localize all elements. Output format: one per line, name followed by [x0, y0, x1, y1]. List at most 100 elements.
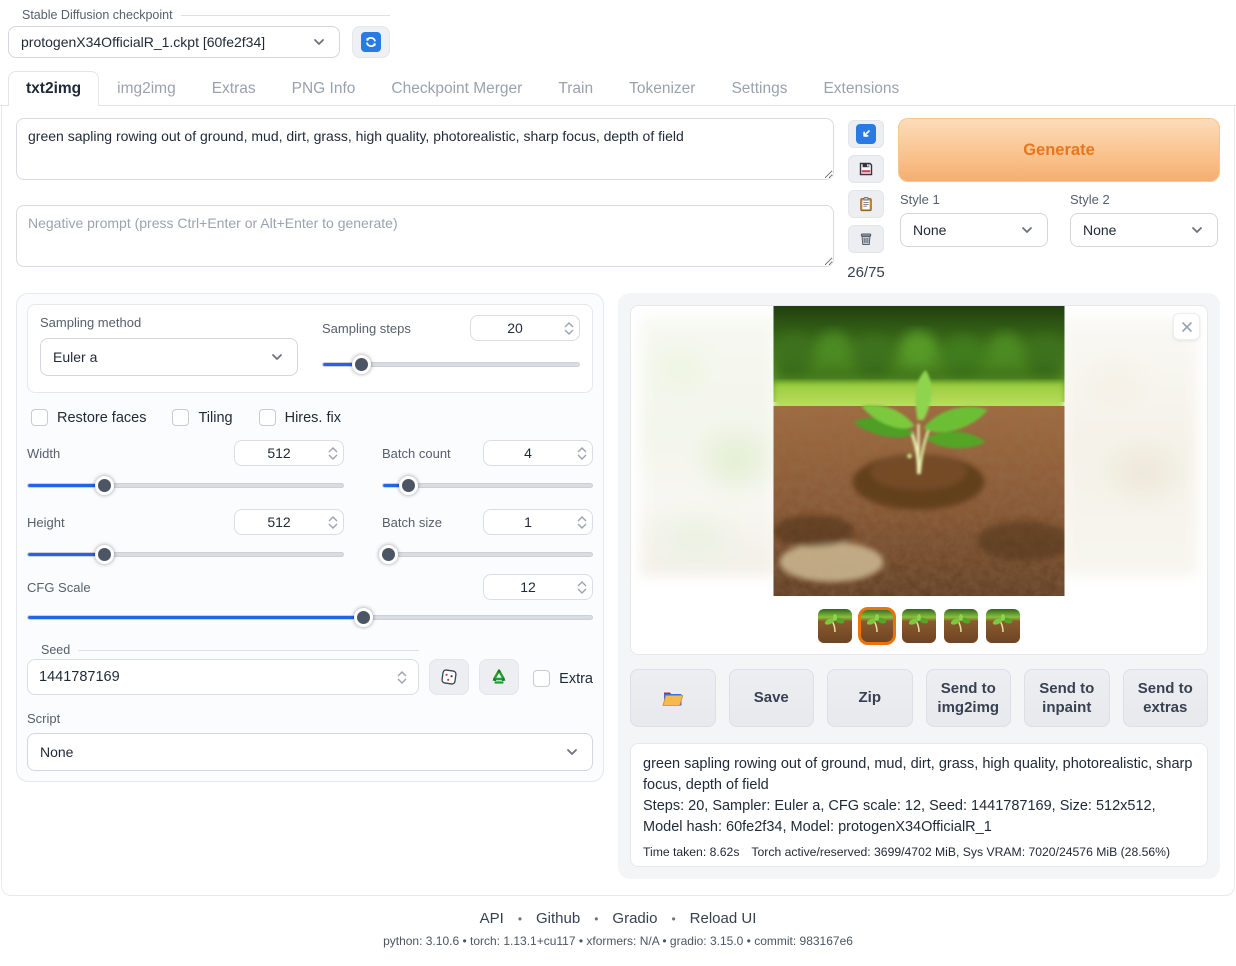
- script-label: Script: [27, 711, 593, 726]
- cfg-scale-label: CFG Scale: [27, 580, 91, 595]
- width-slider[interactable]: [27, 476, 344, 495]
- sampling-steps-label: Sampling steps: [322, 321, 411, 336]
- send-to-extras-button[interactable]: Send to extras: [1123, 669, 1209, 727]
- version-info: python: 3.10.6 • torch: 1.13.1+cu117 • x…: [0, 934, 1236, 948]
- style1-label: Style 1: [900, 192, 1048, 207]
- gallery-thumbnail-5[interactable]: [986, 609, 1020, 643]
- info-prompt-text: green sapling rowing out of ground, mud,…: [643, 754, 1195, 796]
- random-seed-button[interactable]: [429, 659, 469, 695]
- refresh-checkpoints-button[interactable]: [352, 26, 390, 58]
- tab-checkpoint-merger[interactable]: Checkpoint Merger: [373, 71, 540, 106]
- save-style-button[interactable]: [848, 155, 884, 183]
- style1-dropdown[interactable]: None: [900, 213, 1048, 247]
- tab-tokenizer[interactable]: Tokenizer: [611, 71, 713, 106]
- stepper-arrows[interactable]: [323, 510, 343, 534]
- batch-size-input[interactable]: 1: [483, 509, 593, 535]
- checkpoint-dropdown[interactable]: protogenX34OfficialR_1.ckpt [60fe2f34]: [8, 26, 340, 58]
- stepper-arrows[interactable]: [572, 510, 592, 534]
- sampling-method-dropdown[interactable]: Euler a: [40, 338, 298, 376]
- script-dropdown[interactable]: None: [27, 733, 593, 771]
- stepper-arrows[interactable]: [572, 441, 592, 465]
- height-input[interactable]: 512: [234, 509, 344, 535]
- negative-prompt-input[interactable]: [16, 205, 834, 267]
- chevron-down-icon: [1189, 222, 1205, 238]
- footer-link-reload-ui[interactable]: Reload UI: [690, 910, 757, 927]
- gallery-thumbnail-1[interactable]: [818, 609, 852, 643]
- trash-icon: [858, 231, 874, 247]
- chevron-down-icon: [1019, 222, 1035, 238]
- gallery-thumbnail-4[interactable]: [944, 609, 978, 643]
- arrow-down-left-icon: [856, 124, 876, 144]
- height-label: Height: [27, 515, 65, 530]
- generate-button[interactable]: Generate: [898, 118, 1220, 182]
- height-slider[interactable]: [27, 545, 344, 564]
- txt2img-panel: green sapling rowing out of ground, mud,…: [1, 106, 1235, 896]
- checkpoint-value: protogenX34OfficialR_1.ckpt [60fe2f34]: [21, 34, 265, 50]
- sampling-method-label: Sampling method: [40, 315, 298, 330]
- stepper-arrows[interactable]: [392, 660, 412, 694]
- gallery-preview-blur-right: [1061, 318, 1198, 576]
- stepper-arrows[interactable]: [323, 441, 343, 465]
- send-to-inpaint-button[interactable]: Send to inpaint: [1024, 669, 1110, 727]
- checkpoint-bar: Stable Diffusion checkpoint protogenX34O…: [0, 0, 1236, 70]
- sampling-steps-slider[interactable]: [322, 355, 580, 374]
- tab-extensions[interactable]: Extensions: [805, 71, 917, 106]
- batch-count-input[interactable]: 4: [483, 440, 593, 466]
- paste-generation-params-button[interactable]: [848, 120, 884, 148]
- save-button[interactable]: Save: [729, 669, 815, 727]
- cfg-scale-input[interactable]: 12: [483, 574, 593, 600]
- clipboard-icon: [858, 196, 874, 212]
- recycle-icon: [490, 668, 508, 686]
- sampling-steps-input[interactable]: 20: [470, 315, 580, 341]
- checkbox-box[interactable]: [31, 409, 48, 426]
- info-params-text: Steps: 20, Sampler: Euler a, CFG scale: …: [643, 796, 1195, 838]
- tab-png-info[interactable]: PNG Info: [274, 71, 374, 106]
- checkbox-box[interactable]: [259, 409, 276, 426]
- checkbox-box[interactable]: [533, 670, 550, 687]
- style2-dropdown[interactable]: None: [1070, 213, 1218, 247]
- send-to-img2img-button[interactable]: Send to img2img: [926, 669, 1012, 727]
- tab-bar: txt2imgimg2imgExtrasPNG InfoCheckpoint M…: [0, 70, 1236, 106]
- gallery-thumbnails: [631, 596, 1207, 655]
- cfg-scale-slider[interactable]: [27, 608, 593, 627]
- checkbox-restore-faces[interactable]: Restore faces: [31, 409, 146, 426]
- batch-count-slider[interactable]: [382, 476, 593, 495]
- seed-input[interactable]: 1441787169: [27, 659, 419, 695]
- chevron-down-icon: [269, 349, 285, 365]
- footer-links: API•Github•Gradio•Reload UI: [0, 910, 1236, 927]
- gallery-thumbnail-3[interactable]: [902, 609, 936, 643]
- style2-label: Style 2: [1070, 192, 1218, 207]
- floppy-disk-icon: [858, 161, 874, 177]
- tab-settings[interactable]: Settings: [713, 71, 805, 106]
- reuse-seed-button[interactable]: [479, 659, 519, 695]
- clear-prompt-button[interactable]: [848, 225, 884, 253]
- chevron-down-icon: [311, 34, 327, 50]
- gallery-thumbnail-2[interactable]: [860, 609, 894, 643]
- checkpoint-label: Stable Diffusion checkpoint: [8, 8, 390, 22]
- info-time-taken: Time taken: 8.62s: [643, 845, 739, 859]
- footer-link-github[interactable]: Github: [536, 910, 580, 927]
- tab-train[interactable]: Train: [540, 71, 611, 106]
- prompt-input[interactable]: green sapling rowing out of ground, mud,…: [16, 118, 834, 180]
- stepper-arrows[interactable]: [572, 575, 592, 599]
- info-vram: Torch active/reserved: 3699/4702 MiB, Sy…: [751, 845, 1170, 859]
- footer-link-api[interactable]: API: [480, 910, 504, 927]
- tab-img2img[interactable]: img2img: [99, 71, 194, 106]
- tab-extras[interactable]: Extras: [194, 71, 274, 106]
- generated-image[interactable]: [774, 306, 1065, 596]
- apply-style-button[interactable]: [848, 190, 884, 218]
- checkbox-hires-fix[interactable]: Hires. fix: [259, 409, 341, 426]
- tab-txt2img[interactable]: txt2img: [8, 71, 99, 106]
- close-image-button[interactable]: [1173, 313, 1200, 340]
- checkbox-tiling[interactable]: Tiling: [172, 409, 232, 426]
- close-icon: [1180, 320, 1194, 334]
- zip-button[interactable]: Zip: [827, 669, 913, 727]
- batch-size-slider[interactable]: [382, 545, 593, 564]
- stepper-arrows[interactable]: [559, 316, 579, 340]
- footer-link-gradio[interactable]: Gradio: [612, 910, 657, 927]
- extra-seed-checkbox[interactable]: Extra: [533, 670, 593, 695]
- width-input[interactable]: 512: [234, 440, 344, 466]
- image-gallery: [630, 305, 1208, 655]
- open-folder-button[interactable]: [630, 669, 716, 727]
- checkbox-box[interactable]: [172, 409, 189, 426]
